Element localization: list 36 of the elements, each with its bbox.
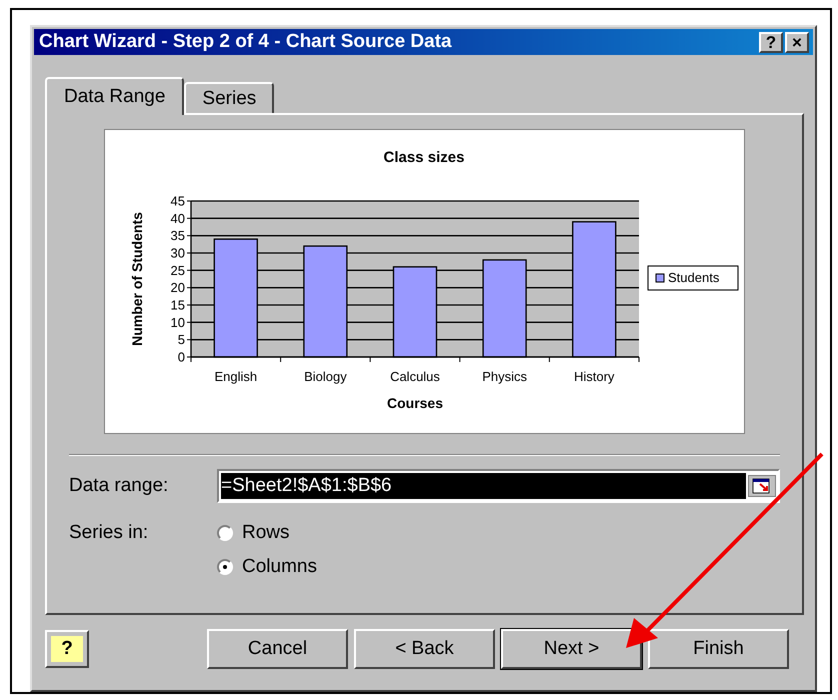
tab[interactable]: Series bbox=[184, 82, 274, 113]
tab[interactable]: Data Range bbox=[45, 77, 184, 115]
chart-title: Class sizes bbox=[384, 149, 464, 166]
x-axis-title: Courses bbox=[386, 395, 444, 411]
y-axis-title: Number of Students bbox=[129, 212, 145, 346]
dialog-button[interactable]: Next > bbox=[501, 629, 642, 669]
close-button[interactable]: × bbox=[785, 32, 809, 52]
series-in-label: Series in: bbox=[69, 522, 150, 544]
y-tick-label: 15 bbox=[170, 298, 185, 312]
x-tick-label: Physics bbox=[482, 369, 527, 384]
radio-option[interactable]: Rows bbox=[217, 522, 317, 544]
y-tick-label: 5 bbox=[178, 332, 185, 348]
y-tick-label: 45 bbox=[170, 194, 185, 208]
x-tick-label: English bbox=[214, 369, 258, 384]
chart-legend: Students bbox=[648, 266, 738, 290]
y-tick-label: 20 bbox=[170, 280, 185, 296]
y-tick-label: 35 bbox=[170, 228, 185, 244]
x-tick-label: Calculus bbox=[390, 369, 440, 384]
window-title: Chart Wizard - Step 2 of 4 - Chart Source Data bbox=[39, 31, 452, 53]
help-button[interactable]: ? bbox=[45, 630, 89, 668]
y-tick-label: 30 bbox=[170, 246, 185, 260]
y-tick-label: 0 bbox=[178, 350, 185, 364]
x-tick-label: History bbox=[574, 369, 614, 384]
y-tick-label: 25 bbox=[170, 262, 185, 278]
collapse-dialog-icon[interactable] bbox=[748, 475, 776, 497]
dialog-button[interactable]: < Back bbox=[354, 629, 495, 669]
dialog-button[interactable]: Finish bbox=[648, 629, 789, 669]
dialog-button[interactable]: Cancel bbox=[207, 629, 348, 669]
data-range-field[interactable]: =Sheet2!$A$1:$B$6 bbox=[217, 469, 780, 503]
radio-option[interactable]: Columns bbox=[217, 556, 317, 578]
y-tick-label: 40 bbox=[170, 210, 185, 226]
help-button[interactable]: ? bbox=[759, 32, 783, 52]
y-tick-label: 10 bbox=[170, 314, 185, 330]
x-tick-label: Biology bbox=[304, 369, 347, 384]
legend-label: Students bbox=[668, 270, 720, 285]
data-range-label: Data range: bbox=[69, 475, 170, 497]
